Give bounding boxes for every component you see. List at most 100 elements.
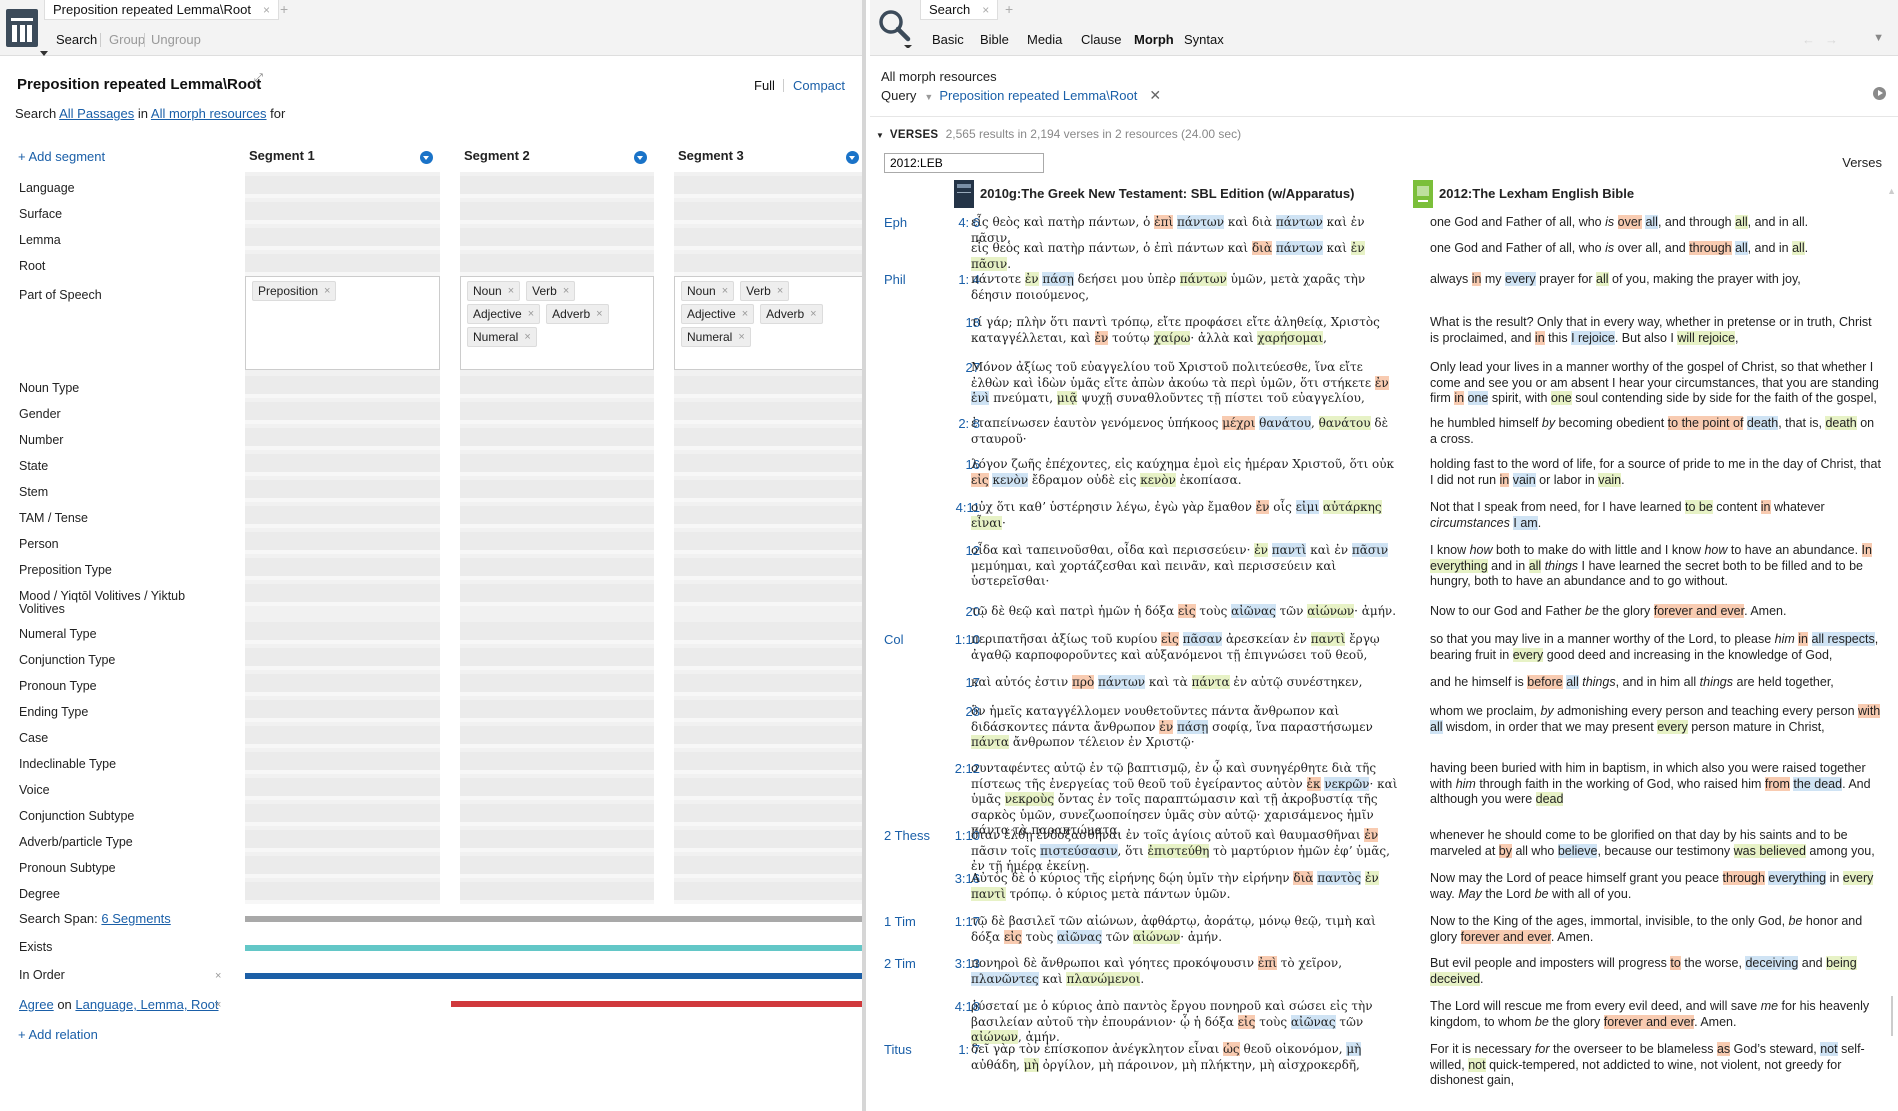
highlighted-match[interactable]: every: [1657, 719, 1688, 734]
highlighted-match[interactable]: vain: [1598, 472, 1622, 487]
segment-3-field-input[interactable]: [674, 856, 862, 878]
segment-2-field-input[interactable]: [460, 726, 654, 748]
segment-3-field-input[interactable]: [674, 778, 862, 800]
back-arrow-icon[interactable]: ←: [1802, 32, 1825, 47]
add-segment-button[interactable]: + Add segment: [18, 149, 105, 164]
highlighted-match[interactable]: believe: [1557, 843, 1598, 858]
segment-1-field-input[interactable]: [245, 532, 440, 554]
segment-2-field-input[interactable]: [460, 176, 654, 198]
highlighted-match[interactable]: all: [1430, 719, 1443, 734]
highlighted-match[interactable]: ἐπιστεύθη: [1147, 843, 1210, 858]
highlighted-match[interactable]: all: [1566, 675, 1579, 689]
highlighted-match[interactable]: πιστεύσασιν: [1040, 843, 1118, 858]
highlighted-match[interactable]: εἰς: [1161, 632, 1179, 646]
highlighted-match[interactable]: διὰ: [1293, 871, 1314, 885]
new-tab-plus-icon[interactable]: +: [280, 1, 288, 17]
highlighted-match[interactable]: ἐν: [1254, 543, 1268, 557]
highlighted-match[interactable]: the dead: [1793, 776, 1843, 791]
segment-3-field-input[interactable]: [674, 402, 862, 424]
segment-2-field-input[interactable]: [460, 882, 654, 904]
highlighted-match[interactable]: πλανώμενοι: [1066, 971, 1141, 986]
highlighted-match[interactable]: forever and ever: [1653, 604, 1745, 618]
segment-1-field-input[interactable]: [245, 428, 440, 450]
highlighted-match[interactable]: with: [1858, 704, 1881, 718]
segment-3-field-input[interactable]: [674, 726, 862, 748]
highlighted-match[interactable]: αὐτάρκης: [1322, 500, 1382, 514]
italic-supplied-word[interactable]: him: [1775, 632, 1795, 646]
scrollbar-thumb[interactable]: [1891, 996, 1893, 1036]
highlighted-match[interactable]: was believed: [1733, 843, 1806, 858]
segment-1-field-input[interactable]: [245, 376, 440, 398]
segment-3-part-of-speech-box[interactable]: Noun × Verb × Adjective × Adverb × Numeral ×: [674, 276, 862, 370]
highlighted-match[interactable]: forever and ever: [1603, 1014, 1695, 1029]
highlighted-match[interactable]: In: [1861, 543, 1872, 557]
highlighted-match[interactable]: all: [1645, 215, 1658, 229]
highlighted-match[interactable]: εἰς: [1237, 1014, 1256, 1029]
segment-3-field-input[interactable]: [674, 202, 862, 224]
highlighted-match[interactable]: αἰῶνας: [1057, 929, 1102, 944]
highlighted-match[interactable]: ἐν: [1350, 241, 1365, 255]
segment-3-field-input[interactable]: [674, 584, 862, 606]
pos-chip-numeral[interactable]: Numeral ×: [681, 327, 751, 347]
highlighted-match[interactable]: all: [1596, 272, 1609, 286]
segment-3-field-input[interactable]: [674, 454, 862, 476]
italic-supplied-word[interactable]: things: [1700, 675, 1733, 689]
highlighted-match[interactable]: all: [1528, 558, 1542, 573]
highlighted-match[interactable]: πάντων: [1177, 215, 1225, 229]
passages-link[interactable]: All Passages: [59, 106, 134, 121]
highlighted-match[interactable]: ἐν: [1094, 330, 1109, 345]
highlighted-match[interactable]: μὴ: [1023, 1057, 1039, 1072]
segment-2-field-input[interactable]: [460, 376, 654, 398]
segment-2-part-of-speech-box[interactable]: Noun × Verb × Adjective × Adverb × Numeral ×: [460, 276, 654, 370]
highlighted-match[interactable]: νεκροὺς: [1004, 792, 1055, 806]
segment-1-field-input[interactable]: [245, 558, 440, 580]
italic-supplied-word[interactable]: is: [1605, 241, 1614, 255]
pos-chip-adverb[interactable]: Adverb ×: [760, 304, 823, 324]
highlighted-match[interactable]: in: [1798, 632, 1809, 646]
highlighted-match[interactable]: εἰμι: [1295, 500, 1320, 514]
highlighted-match[interactable]: ἐπὶ: [1154, 215, 1174, 229]
highlighted-match[interactable]: εἰς: [1003, 929, 1022, 944]
segment-2-menu-icon[interactable]: [634, 151, 647, 164]
segment-2-field-input[interactable]: [460, 532, 654, 554]
segment-2-field-input[interactable]: [460, 700, 654, 722]
highlighted-match[interactable]: μιᾷ: [1056, 391, 1078, 405]
segment-1-field-input[interactable]: [245, 856, 440, 878]
highlighted-match[interactable]: forever and ever: [1460, 929, 1551, 944]
remove-chip-icon[interactable]: ×: [508, 285, 514, 297]
italic-supplied-word[interactable]: things: [1545, 559, 1578, 573]
search-span-link[interactable]: 6 Segments: [101, 911, 170, 926]
add-relation-button[interactable]: + Add relation: [18, 1027, 98, 1042]
highlighted-match[interactable]: παντὶ: [971, 886, 1006, 901]
book-name-link[interactable]: 1 Tim: [884, 914, 916, 930]
segment-1-field-input[interactable]: [245, 804, 440, 826]
segment-2-field-input[interactable]: [460, 480, 654, 502]
highlighted-match[interactable]: not: [1820, 1042, 1838, 1056]
pos-chip-noun[interactable]: Noun ×: [681, 281, 735, 301]
segment-3-field-input[interactable]: [674, 674, 862, 696]
remove-chip-icon[interactable]: ×: [738, 331, 744, 343]
segment-2-field-input[interactable]: [460, 254, 654, 276]
highlighted-match[interactable]: over: [1617, 215, 1642, 229]
segment-3-field-input[interactable]: [674, 480, 862, 502]
highlighted-match[interactable]: all: [1792, 241, 1805, 255]
pos-chip-verb[interactable]: Verb ×: [526, 281, 576, 301]
remove-chip-icon[interactable]: ×: [742, 308, 748, 320]
book-name-link[interactable]: Col: [884, 632, 904, 648]
highlighted-match[interactable]: all: [1735, 241, 1748, 255]
segment-3-field-input[interactable]: [674, 622, 862, 644]
italic-supplied-word[interactable]: by: [1542, 416, 1555, 430]
highlighted-match[interactable]: κενὸν: [1140, 472, 1176, 487]
segment-2-field-input[interactable]: [460, 804, 654, 826]
highlighted-match[interactable]: ὡς: [1223, 1042, 1240, 1056]
segment-2-field-input[interactable]: [460, 622, 654, 644]
segment-3-field-input[interactable]: [674, 882, 862, 904]
view-compact-button[interactable]: Compact: [793, 78, 845, 93]
highlighted-match[interactable]: everything: [1430, 558, 1488, 573]
segment-1-field-input[interactable]: [245, 674, 440, 696]
segment-2-field-input[interactable]: [460, 752, 654, 774]
forward-arrow-icon[interactable]: →: [1825, 32, 1848, 47]
italic-supplied-word[interactable]: for: [1535, 1042, 1550, 1056]
segment-1-field-input[interactable]: [245, 622, 440, 644]
highlighted-match[interactable]: in: [1760, 500, 1771, 514]
